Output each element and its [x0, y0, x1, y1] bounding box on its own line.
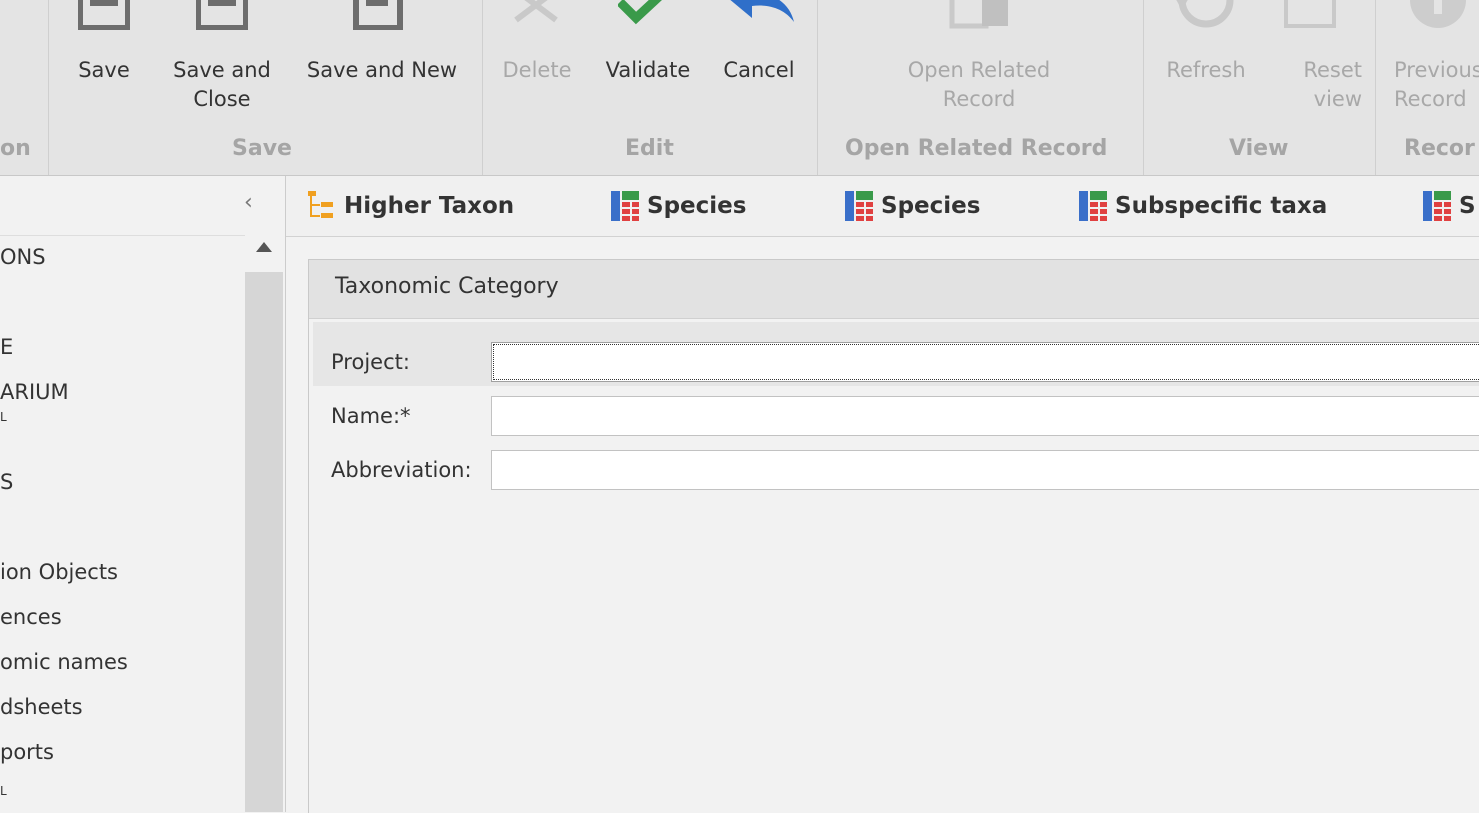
- tab-species[interactable]: Species: [845, 186, 980, 226]
- ribbon-group-view-label: View: [1229, 136, 1289, 161]
- ribbon-separator: [1143, 0, 1144, 175]
- delete-icon: [514, 0, 558, 23]
- ribbon-separator: [48, 0, 49, 175]
- name-field[interactable]: [491, 396, 1479, 436]
- sidebar-scrollbar[interactable]: [245, 236, 283, 812]
- tree-icon: [308, 191, 333, 218]
- tab-partial[interactable]: S: [1423, 186, 1476, 226]
- reset-view-icon: [1284, 0, 1336, 28]
- sidebar-divider: [0, 235, 245, 236]
- refresh-label: Refresh: [1166, 58, 1246, 82]
- ribbon-separator: [482, 0, 483, 175]
- open-related-icon: [949, 0, 1008, 29]
- chevron-left-icon[interactable]: ‹: [244, 190, 253, 215]
- grid-icon: [611, 191, 639, 221]
- sidebar-item[interactable]: ONS: [0, 245, 46, 269]
- delete-button[interactable]: Delete: [496, 0, 578, 130]
- previous-record-button[interactable]: Previous Record: [1394, 0, 1479, 130]
- save-close-label-2: Close: [193, 87, 251, 111]
- undo-arrow-icon: [730, 0, 794, 22]
- grid-icon: [1079, 191, 1107, 221]
- refresh-button[interactable]: Refresh: [1158, 0, 1254, 130]
- sidebar-item[interactable]: ports: [0, 740, 54, 764]
- refresh-icon: [1176, 0, 1234, 28]
- open-related-label-2: Record: [942, 87, 1016, 111]
- ribbon-group-save-label: Save: [232, 136, 292, 161]
- sidebar-item[interactable]: omic names: [0, 650, 128, 674]
- navigation-sidebar: ‹ ONS E ARIUM L S ion Objects ences omic…: [0, 176, 286, 812]
- save-close-icon: [196, 0, 248, 30]
- save-and-new-button[interactable]: Save and New: [300, 0, 464, 130]
- name-label: Name:*: [331, 404, 411, 428]
- open-related-label-1: Open Related: [907, 58, 1051, 82]
- checkmark-icon: [618, 0, 662, 25]
- reset-view-label-2: view: [1313, 87, 1362, 111]
- previous-record-label-2: Record: [1394, 87, 1467, 111]
- panel-header: Taxonomic Category: [309, 260, 1479, 319]
- tab-species[interactable]: Species: [611, 186, 746, 226]
- related-tabs-bar: Higher Taxon Species Species Subspecific…: [286, 176, 1479, 237]
- tab-label: S: [1459, 193, 1476, 219]
- scrollbar-thumb[interactable]: [245, 272, 283, 812]
- sidebar-item[interactable]: ARIUM: [0, 380, 69, 404]
- sidebar-item[interactable]: L: [0, 410, 7, 424]
- previous-record-label-1: Previous: [1394, 58, 1479, 82]
- open-related-record-button[interactable]: Open Related Record: [894, 0, 1064, 130]
- ribbon-group-partial-label: on: [0, 136, 31, 161]
- save-button[interactable]: Save: [72, 0, 136, 130]
- save-icon: [78, 0, 130, 30]
- sidebar-item[interactable]: E: [0, 335, 13, 359]
- abbreviation-label: Abbreviation:: [331, 458, 472, 482]
- tab-higher-taxon[interactable]: Higher Taxon: [308, 186, 514, 226]
- reset-view-button[interactable]: Reset view: [1270, 0, 1362, 130]
- info-circle-icon: [1410, 0, 1466, 28]
- save-new-icon: [353, 0, 403, 30]
- ribbon-group-open-related-label: Open Related Record: [845, 136, 1108, 161]
- tab-label: Higher Taxon: [344, 193, 515, 219]
- tab-label: Species: [647, 193, 747, 219]
- ribbon-group-edit-label: Edit: [625, 136, 674, 161]
- tab-label: Species: [881, 193, 981, 219]
- save-button-label: Save: [78, 58, 130, 82]
- validate-label: Validate: [605, 58, 691, 82]
- sidebar-item[interactable]: ences: [0, 605, 62, 629]
- save-new-label: Save and New: [306, 58, 458, 82]
- grid-icon: [845, 191, 873, 221]
- abbreviation-field[interactable]: [491, 450, 1479, 490]
- tab-label: Subspecific taxa: [1115, 193, 1328, 219]
- delete-label: Delete: [502, 58, 572, 82]
- grid-icon: [1423, 191, 1451, 221]
- sidebar-item[interactable]: S: [0, 470, 13, 494]
- reset-view-label-1: Reset: [1303, 58, 1362, 82]
- save-and-close-button[interactable]: Save and Close: [166, 0, 278, 130]
- cancel-button[interactable]: Cancel: [716, 0, 802, 130]
- cancel-label: Cancel: [723, 58, 795, 82]
- save-close-label-1: Save and: [173, 58, 271, 82]
- taxonomic-category-panel: Taxonomic Category Project: Name:* Abbre…: [308, 259, 1479, 813]
- sidebar-item[interactable]: ion Objects: [0, 560, 118, 584]
- validate-button[interactable]: Validate: [600, 0, 696, 130]
- ribbon-separator: [1375, 0, 1376, 175]
- sidebar-item[interactable]: L: [0, 784, 7, 798]
- project-label: Project:: [331, 350, 410, 374]
- sidebar-item[interactable]: dsheets: [0, 695, 83, 719]
- ribbon-separator: [817, 0, 818, 175]
- ribbon: on Save Save and Close Save and New Save: [0, 0, 1479, 176]
- panel-title: Taxonomic Category: [335, 274, 559, 299]
- scroll-up-arrow-icon[interactable]: [256, 242, 272, 252]
- tab-subspecific-taxa[interactable]: Subspecific taxa: [1079, 186, 1327, 226]
- ribbon-group-records-label: Recor: [1404, 136, 1475, 161]
- project-field[interactable]: [491, 342, 1479, 382]
